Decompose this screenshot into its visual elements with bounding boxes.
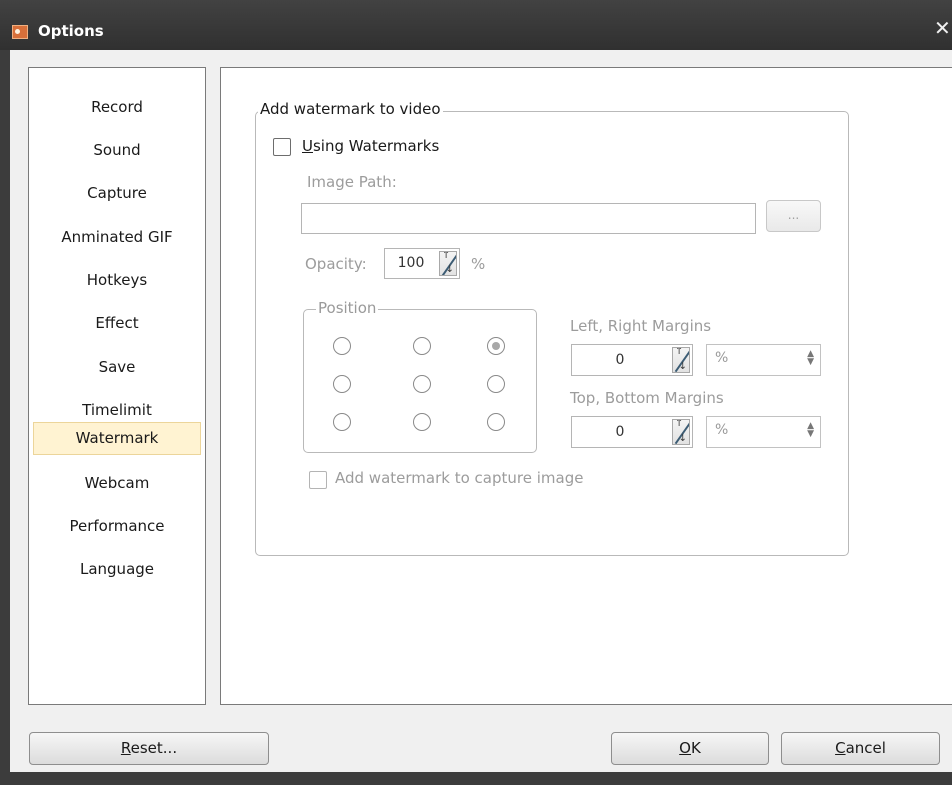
position-middle-left-radio[interactable] (333, 375, 351, 393)
options-window: Options ✕ Record Sound Capture Anminated… (0, 0, 952, 785)
top-bottom-unit-value: % (715, 422, 729, 438)
nav-item-webcam[interactable]: Webcam (33, 468, 201, 498)
position-group-title: Position (316, 299, 379, 317)
updown-chevron-icon: ▲ ▼ (807, 349, 814, 367)
position-bottom-right-radio[interactable] (487, 413, 505, 431)
position-top-right-radio[interactable] (487, 337, 505, 355)
browse-button[interactable]: ... (766, 200, 821, 232)
app-icon (12, 25, 28, 39)
opacity-value: 100 (397, 255, 425, 271)
watermark-settings-panel: Add watermark to video Using Watermarks … (220, 67, 952, 705)
nav-item-watermark[interactable]: Watermark (33, 422, 201, 455)
left-right-spin-arrows-icon[interactable]: ↑ ↓ (672, 347, 690, 373)
nav-item-hotkeys[interactable]: Hotkeys (33, 265, 201, 295)
left-right-margin-spinner[interactable]: 0 ↑ ↓ (571, 344, 693, 376)
nav-item-language[interactable]: Language (33, 554, 201, 584)
top-bottom-margins-label: Top, Bottom Margins (570, 389, 724, 407)
top-bottom-margin-value: 0 (615, 424, 625, 440)
nav-item-effect[interactable]: Effect (33, 308, 201, 338)
image-path-label: Image Path: (307, 173, 397, 191)
left-right-margin-value: 0 (615, 352, 625, 368)
close-icon[interactable]: ✕ (934, 18, 951, 38)
nav-item-timelimit[interactable]: Timelimit (33, 395, 201, 425)
add-watermark-group-title: Add watermark to video (258, 100, 443, 118)
dialog-client-area: Record Sound Capture Anminated GIF Hotke… (10, 50, 952, 772)
nav-item-capture[interactable]: Capture (33, 178, 201, 208)
opacity-label: Opacity: (305, 255, 367, 273)
capture-image-watermark-checkbox[interactable] (309, 471, 327, 489)
ok-button[interactable]: OK (611, 732, 769, 765)
nav-item-performance[interactable]: Performance (33, 511, 201, 541)
top-bottom-margin-spinner[interactable]: 0 ↑ ↓ (571, 416, 693, 448)
updown-chevron-icon: ▲ ▼ (807, 421, 814, 439)
cancel-button[interactable]: Cancel (781, 732, 940, 765)
position-top-left-radio[interactable] (333, 337, 351, 355)
window-title: Options (38, 22, 104, 40)
using-watermarks-label[interactable]: Using Watermarks (302, 137, 439, 155)
nav-item-animated-gif[interactable]: Anminated GIF (33, 222, 201, 252)
left-right-unit-value: % (715, 350, 729, 366)
top-bottom-unit-select[interactable]: % ▲ ▼ (706, 416, 821, 448)
position-top-center-radio[interactable] (413, 337, 431, 355)
using-watermarks-checkbox[interactable] (273, 138, 291, 156)
nav-item-sound[interactable]: Sound (33, 135, 201, 165)
position-bottom-center-radio[interactable] (413, 413, 431, 431)
opacity-spinner[interactable]: 100 ↑ ↓ (384, 248, 460, 279)
image-path-input[interactable] (301, 203, 756, 234)
title-bar[interactable]: Options ✕ (0, 0, 952, 50)
capture-image-watermark-label[interactable]: Add watermark to capture image (335, 469, 583, 487)
position-bottom-left-radio[interactable] (333, 413, 351, 431)
nav-item-record[interactable]: Record (33, 92, 201, 122)
reset-button[interactable]: Reset... (29, 732, 269, 765)
position-middle-center-radio[interactable] (413, 375, 431, 393)
left-right-margins-label: Left, Right Margins (570, 317, 712, 335)
options-nav-list: Record Sound Capture Anminated GIF Hotke… (28, 67, 206, 705)
opacity-spin-arrows-icon[interactable]: ↑ ↓ (439, 251, 457, 276)
opacity-unit: % (471, 255, 486, 273)
top-bottom-spin-arrows-icon[interactable]: ↑ ↓ (672, 419, 690, 445)
left-right-unit-select[interactable]: % ▲ ▼ (706, 344, 821, 376)
nav-item-save[interactable]: Save (33, 352, 201, 382)
position-middle-right-radio[interactable] (487, 375, 505, 393)
